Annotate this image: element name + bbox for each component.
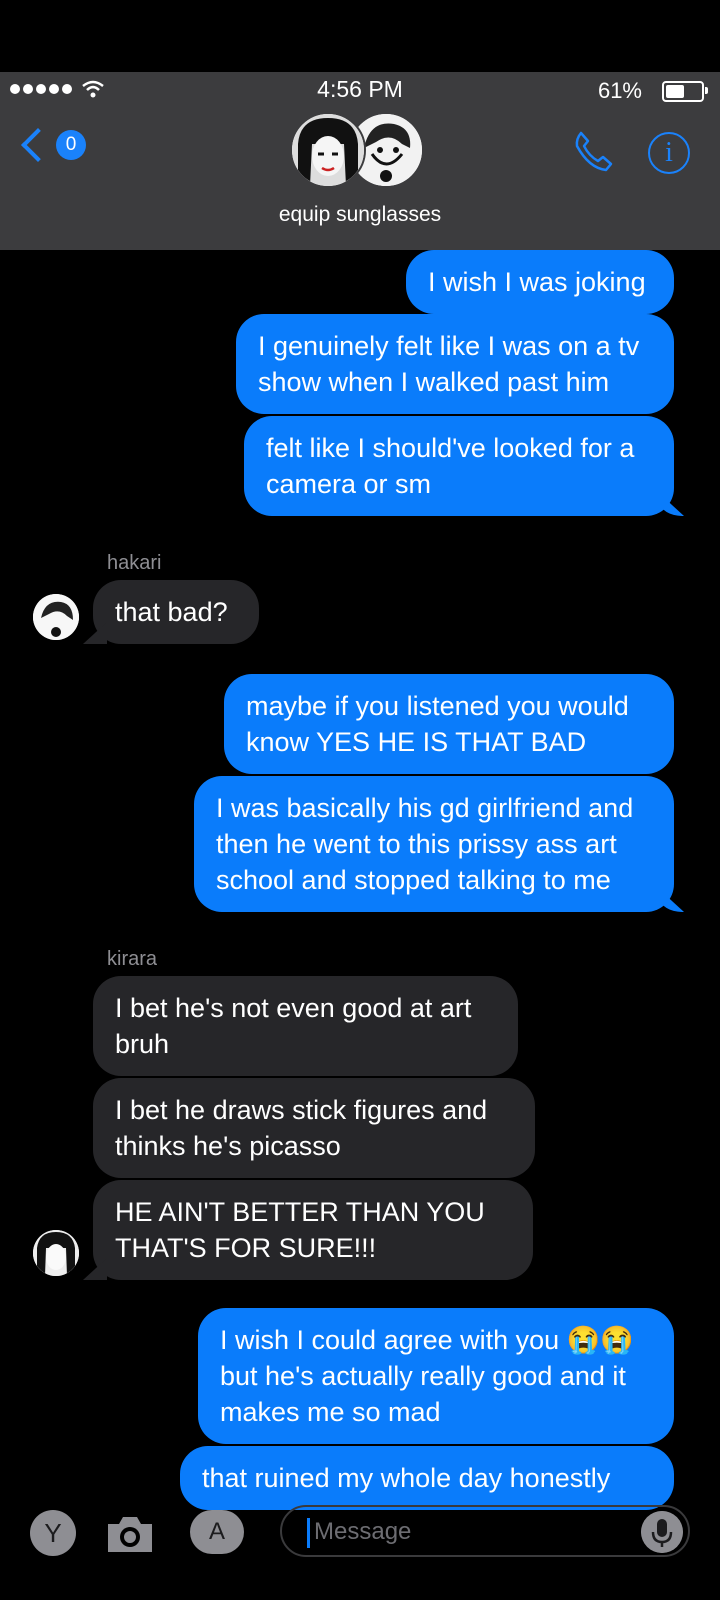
message-bubble-outgoing[interactable]: that ruined my whole day honestly — [180, 1446, 674, 1510]
message-input-placeholder[interactable]: Message — [314, 1518, 411, 1546]
group-avatars[interactable] — [290, 112, 425, 188]
message-bubble-outgoing[interactable]: maybe if you listened you would know YES… — [224, 674, 674, 774]
camera-icon[interactable] — [104, 1512, 156, 1556]
message-bubble-outgoing[interactable]: I wish I could agree with you 😭😭 but he'… — [198, 1308, 674, 1444]
info-icon[interactable]: i — [648, 132, 690, 174]
app-store-icon[interactable]: A — [190, 1510, 244, 1554]
message-bubble-incoming[interactable]: I bet he's not even good at art bruh — [93, 976, 518, 1076]
message-bubble-incoming[interactable]: I bet he draws stick figures and thinks … — [93, 1078, 535, 1178]
message-thread[interactable]: I wish I was joking I genuinely felt lik… — [0, 250, 720, 1520]
avatar — [290, 112, 366, 188]
phone-icon[interactable] — [573, 130, 613, 172]
sender-name: kirara — [107, 948, 158, 970]
microphone-icon[interactable] — [641, 1511, 683, 1553]
avatar[interactable] — [33, 594, 79, 640]
avatar[interactable] — [33, 1230, 79, 1276]
group-name[interactable]: equip sunglasses — [0, 203, 720, 227]
message-bubble-outgoing[interactable]: I genuinely felt like I was on a tv show… — [236, 314, 674, 414]
text-caret — [307, 1518, 310, 1548]
message-bubble-outgoing[interactable]: I was basically his gd girlfriend and th… — [194, 776, 674, 912]
sender-name: hakari — [107, 552, 162, 574]
battery-percentage: 61% — [597, 78, 642, 103]
message-bubble-outgoing[interactable]: felt like I should've looked for a camer… — [244, 416, 674, 516]
back-button[interactable]: 0 — [21, 128, 86, 162]
message-bubble-incoming[interactable]: that bad? — [93, 580, 259, 644]
unread-count-badge: 0 — [56, 130, 86, 160]
back-chevron-icon — [21, 128, 55, 162]
profile-button[interactable]: Y — [30, 1510, 76, 1556]
message-bubble-incoming[interactable]: HE AIN'T BETTER THAN YOU THAT'S FOR SURE… — [93, 1180, 533, 1280]
message-bubble-outgoing[interactable]: I wish I was joking — [406, 250, 674, 314]
battery-fill — [666, 85, 685, 98]
battery-icon — [662, 81, 708, 102]
